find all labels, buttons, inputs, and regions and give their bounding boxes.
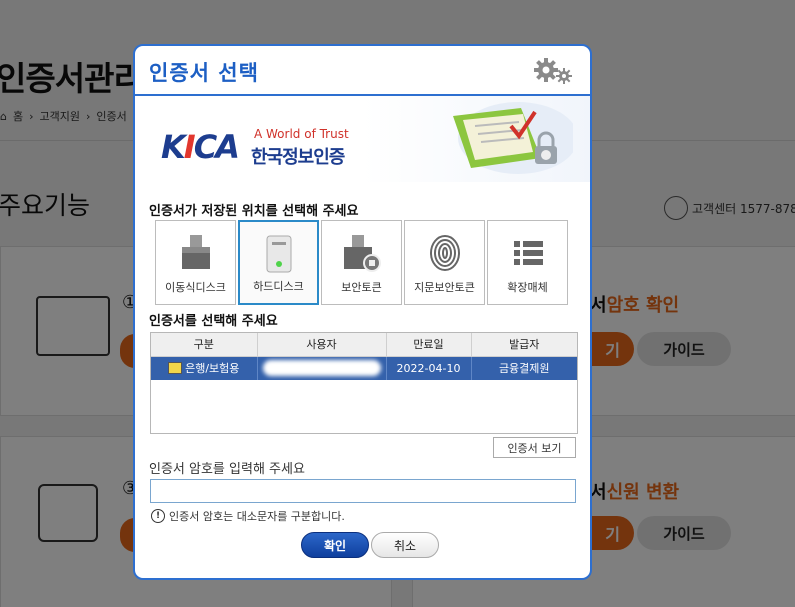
ok-button[interactable]: 확인 bbox=[301, 532, 369, 558]
col-header-expiry[interactable]: 만료일 bbox=[386, 333, 472, 357]
view-cert-button[interactable]: 인증서 보기 bbox=[493, 437, 576, 458]
cert-select-dialog: 인증서 선택 KICA A World of Trust 한국정보인증 인증서가… bbox=[133, 44, 592, 580]
gear-icon[interactable] bbox=[532, 56, 576, 86]
col-header-user[interactable]: 사용자 bbox=[257, 333, 387, 357]
media-hard-disk[interactable]: 하드디스크 bbox=[238, 220, 319, 305]
cert-label: 인증서를 선택해 주세요 bbox=[149, 314, 278, 329]
notice-text: 인증서 암호는 대소문자를 구분합니다. bbox=[169, 510, 345, 523]
kica-tagline: A World of Trust bbox=[254, 127, 349, 141]
dialog-title: 인증서 선택 bbox=[149, 61, 259, 85]
info-icon: ! bbox=[151, 509, 165, 523]
certificate-icon bbox=[168, 362, 183, 375]
cell-issuer[interactable]: 금융결제원 bbox=[471, 356, 577, 380]
security-token-icon bbox=[343, 235, 381, 272]
media-extension[interactable]: 확장매체 bbox=[487, 220, 568, 305]
col-header-issuer[interactable]: 발급자 bbox=[471, 333, 577, 357]
cert-table: 구분 사용자 만료일 발급자 은행/보험용 2022-04-10 금융결제원 bbox=[150, 332, 578, 434]
table-row[interactable]: 은행/보험용 2022-04-10 금융결제원 bbox=[151, 356, 577, 380]
fingerprint-icon bbox=[429, 235, 460, 271]
location-label: 인증서가 저장된 위치를 선택해 주세요 bbox=[149, 204, 359, 219]
kica-name: 한국정보인증 bbox=[251, 147, 345, 168]
case-notice: ! 인증서 암호는 대소문자를 구분합니다. bbox=[151, 508, 345, 524]
hard-disk-icon bbox=[266, 235, 291, 273]
media-list: 이동식디스크 하드디스크 보안토큰 지문보안토큰 확장매체 bbox=[155, 220, 568, 305]
media-fingerprint-token[interactable]: 지문보안토큰 bbox=[404, 220, 485, 305]
media-security-token[interactable]: 보안토큰 bbox=[321, 220, 402, 305]
cell-type[interactable]: 은행/보험용 bbox=[151, 356, 258, 380]
password-input[interactable] bbox=[150, 479, 576, 503]
cell-user[interactable] bbox=[257, 356, 387, 380]
redacted-user bbox=[262, 360, 381, 377]
cancel-button[interactable]: 취소 bbox=[371, 532, 439, 558]
password-label: 인증서 암호를 입력해 주세요 bbox=[149, 462, 305, 477]
col-header-type[interactable]: 구분 bbox=[151, 333, 258, 357]
cell-expiry[interactable]: 2022-04-10 bbox=[386, 356, 472, 380]
list-icon bbox=[513, 241, 543, 265]
usb-drive-icon bbox=[181, 235, 210, 269]
media-removable-disk[interactable]: 이동식디스크 bbox=[155, 220, 236, 305]
kica-logo: KICA bbox=[161, 128, 240, 166]
certificate-folder-icon bbox=[453, 102, 573, 174]
